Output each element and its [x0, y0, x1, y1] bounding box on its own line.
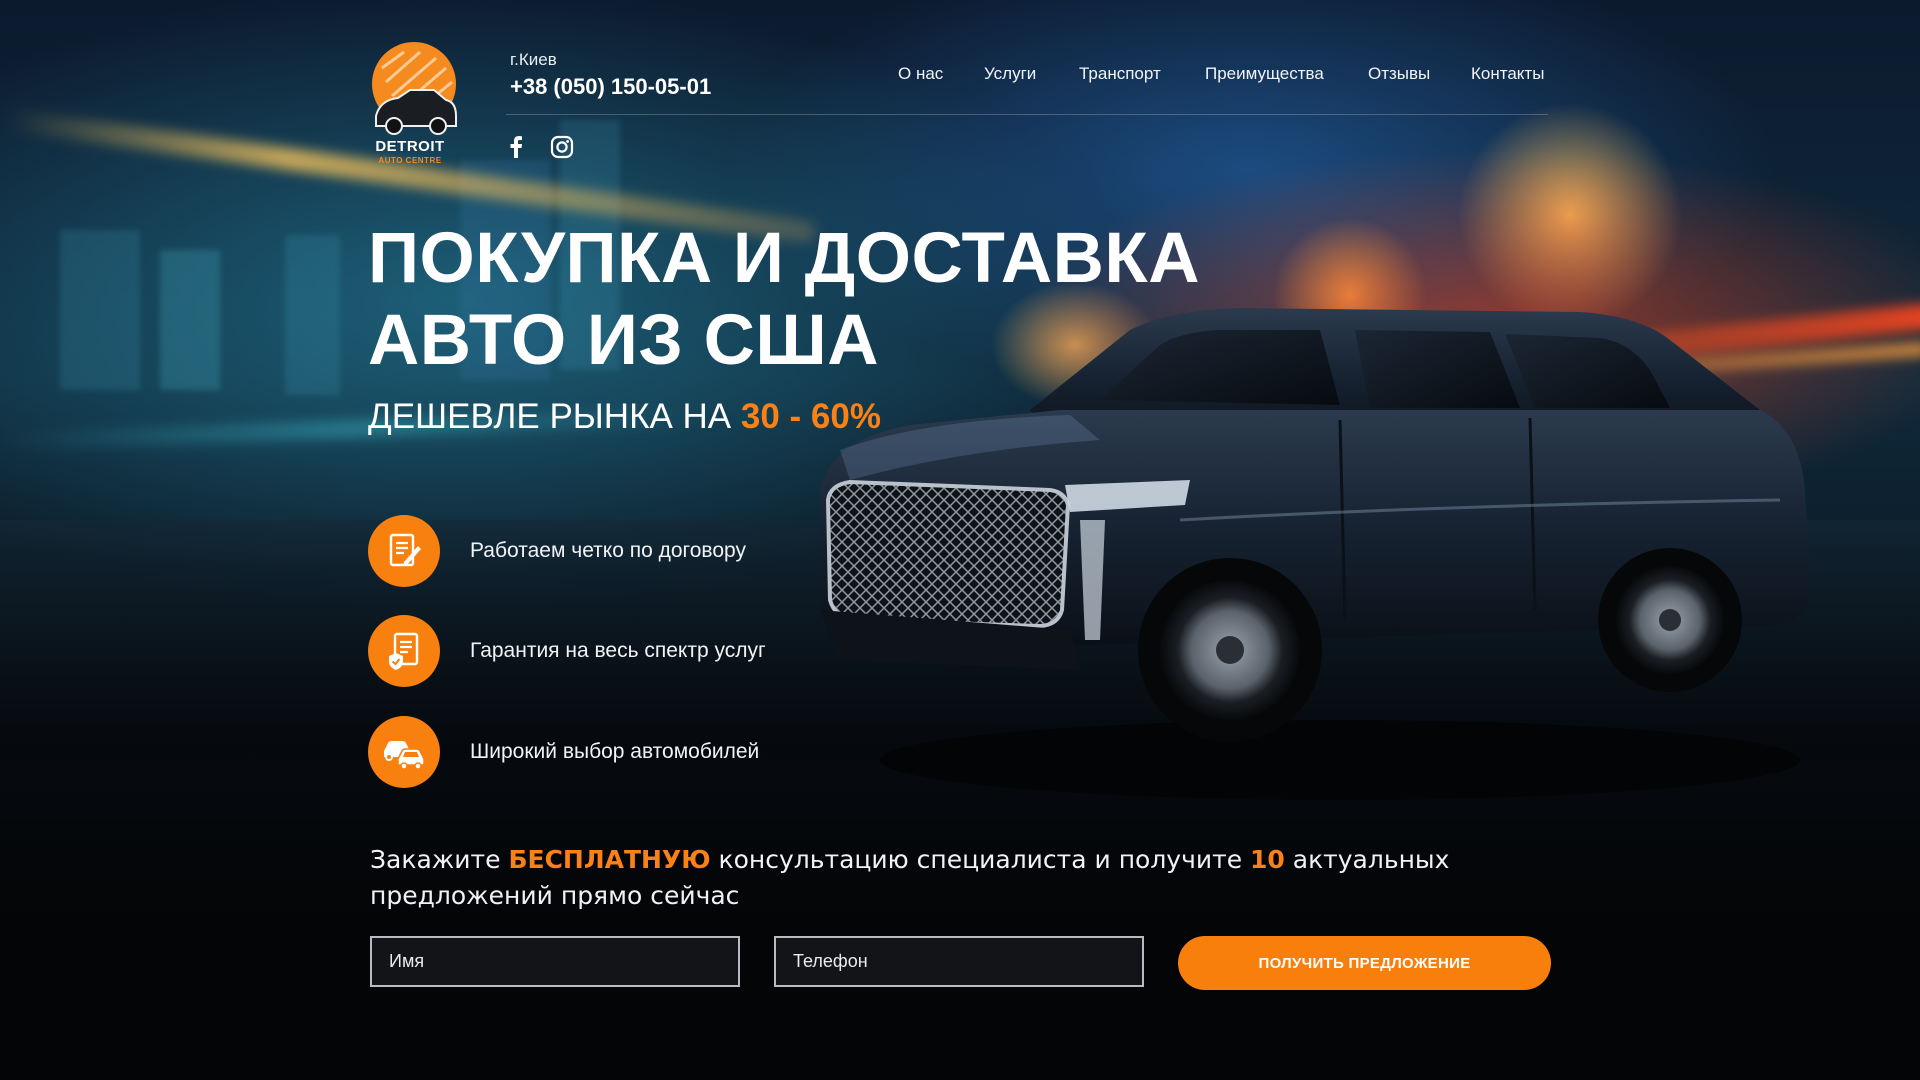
nav-about[interactable]: О нас [898, 64, 943, 84]
nav-services[interactable]: Услуги [984, 64, 1036, 84]
logo-text: DETROIT AUTO CENTRE [360, 138, 460, 165]
hero-title-line1: ПОКУПКА И ДОСТАВКА [368, 219, 1201, 298]
nav-contacts[interactable]: Контакты [1471, 64, 1544, 84]
feature-item: Гарантия на весь спектр услуг [368, 615, 766, 687]
header-divider [506, 114, 1548, 115]
bg-building [160, 250, 220, 390]
phone-input[interactable] [774, 936, 1144, 987]
logo-subtitle: AUTO CENTRE [378, 156, 442, 165]
nav-reviews[interactable]: Отзывы [1368, 64, 1430, 84]
bottom-fade [0, 780, 1920, 1080]
offer-text: Закажите БЕСПЛАТНУЮ консультацию специал… [370, 842, 1570, 914]
hero-title: ПОКУПКА И ДОСТАВКА АВТО ИЗ США [368, 218, 1200, 382]
contract-icon [368, 515, 440, 587]
feature-item: Работаем четко по договору [368, 515, 746, 587]
nav-advantages[interactable]: Преимущества [1205, 64, 1324, 84]
offer-highlight-free: БЕСПЛАТНУЮ [508, 845, 711, 874]
hero-subtitle-accent: 30 - 60% [740, 397, 881, 436]
feature-text: Работаем четко по договору [470, 539, 746, 562]
cars-icon [368, 716, 440, 788]
offer-part: консультацию специалиста и получите [710, 845, 1251, 874]
bg-building [60, 230, 140, 390]
guarantee-icon [368, 615, 440, 687]
name-input[interactable] [370, 936, 740, 987]
feature-text: Гарантия на весь спектр услуг [470, 639, 766, 662]
logo-title: DETROIT [375, 138, 445, 155]
hero-subtitle-text: ДЕШЕВЛЕ РЫНКА НА [368, 397, 741, 436]
nav-transport[interactable]: Транспорт [1079, 64, 1161, 84]
landing-page: DETROIT AUTO CENTRE г.Киев +38 (050) 150… [0, 0, 1920, 1080]
phone-number[interactable]: +38 (050) 150-05-01 [510, 74, 711, 100]
facebook-icon[interactable] [503, 134, 529, 160]
feature-text: Широкий выбор автомобилей [470, 740, 760, 763]
offer-part: Закажите [370, 845, 509, 874]
city-label: г.Киев [510, 50, 557, 69]
instagram-icon[interactable] [549, 134, 575, 160]
bg-building [285, 235, 340, 395]
hero-subtitle: ДЕШЕВЛЕ РЫНКА НА 30 - 60% [368, 397, 881, 437]
feature-item: Широкий выбор автомобилей [368, 716, 759, 788]
hero-title-line2: АВТО ИЗ США [368, 301, 880, 380]
get-offer-button[interactable]: ПОЛУЧИТЬ ПРЕДЛОЖЕНИЕ [1178, 936, 1551, 990]
offer-highlight-count: 10 [1250, 845, 1285, 874]
